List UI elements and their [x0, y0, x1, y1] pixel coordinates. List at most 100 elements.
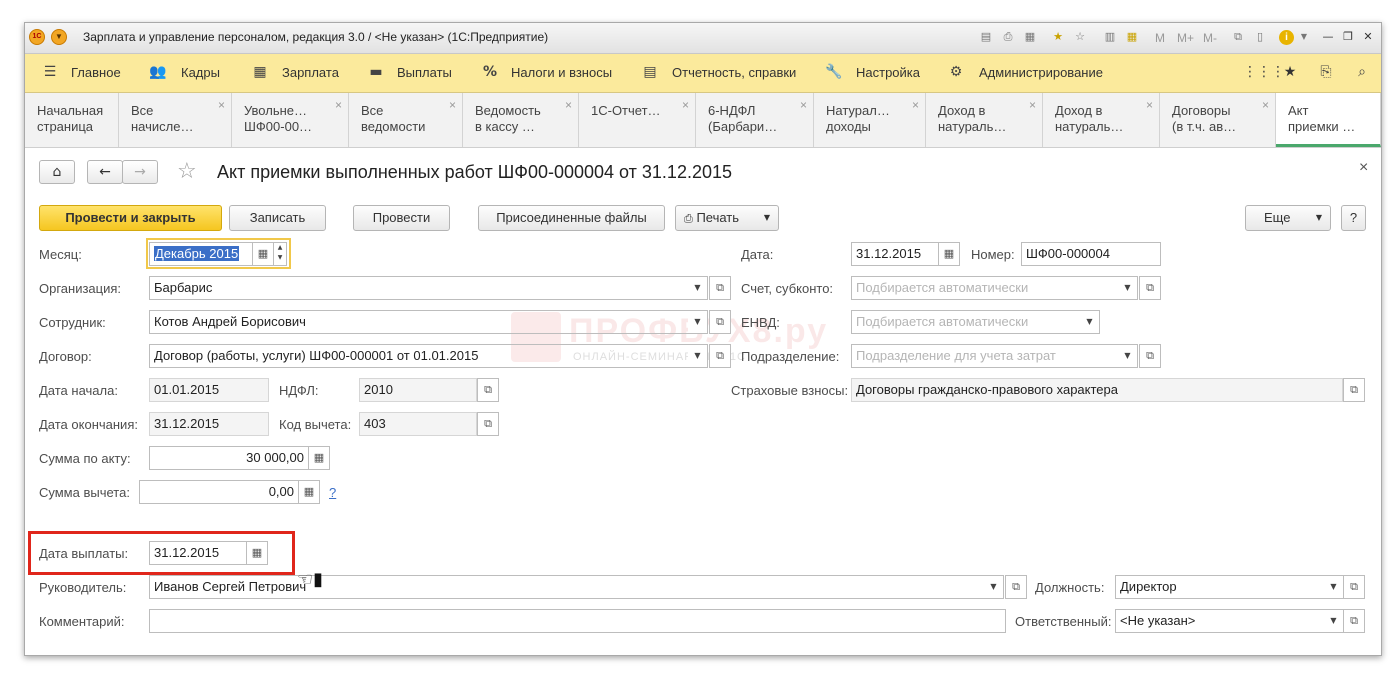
history-icon[interactable]: ⎘ [1317, 63, 1335, 81]
close-tab-icon[interactable]: × [1029, 97, 1036, 113]
favorites-icon[interactable]: ★ [1051, 30, 1065, 44]
deduction-sum-calculator-icon[interactable]: ▦ [298, 480, 320, 504]
forward-button[interactable]: → [122, 160, 158, 184]
tab-natural-income-3[interactable]: Доход в натураль… × [1043, 93, 1160, 147]
tab-all-accruals[interactable]: Все начисле… × [119, 93, 232, 147]
responsible-field[interactable]: <Не указан> [1115, 609, 1325, 633]
search-icon[interactable]: ⌕ [1353, 63, 1371, 81]
employee-dropdown-icon[interactable]: ▼ [688, 310, 708, 334]
employee-field[interactable]: Котов Андрей Борисович [149, 310, 689, 334]
date-field[interactable]: 31.12.2015 [851, 242, 939, 266]
back-button[interactable]: ← [87, 160, 123, 184]
close-tab-icon[interactable]: × [912, 97, 919, 113]
close-tab-icon[interactable]: × [1262, 97, 1269, 113]
close-tab-icon[interactable]: × [565, 97, 572, 113]
dropdown-icon[interactable]: ▼ [1297, 30, 1311, 44]
tab-1c-report[interactable]: 1С-Отчет… × [579, 93, 696, 147]
attached-files-button[interactable]: Присоединенные файлы [478, 205, 665, 231]
envd-dropdown-icon[interactable]: ▼ [1080, 310, 1100, 334]
save-button[interactable]: Записать [229, 205, 326, 231]
deduction-help-link[interactable]: ? [329, 485, 336, 500]
table-icon[interactable]: ▥ [1103, 30, 1117, 44]
envd-field[interactable]: Подбирается автоматически [851, 310, 1081, 334]
post-and-close-button[interactable]: Провести и закрыть [39, 205, 222, 231]
ndfl-open-icon[interactable]: ⧉ [477, 378, 499, 402]
panel-icon[interactable]: ▯ [1253, 30, 1267, 44]
close-document-icon[interactable]: × [1359, 159, 1368, 177]
tab-dismissal[interactable]: Увольне… ШФ00-00… × [232, 93, 349, 147]
month-spinner[interactable]: ▲ ▼ [273, 242, 287, 266]
minimize-icon[interactable]: — [1321, 30, 1335, 44]
department-dropdown-icon[interactable]: ▼ [1118, 344, 1138, 368]
menu-item-payments[interactable]: Выплаты [397, 65, 452, 80]
apps-grid-icon[interactable]: ⋮⋮⋮ [1243, 63, 1285, 81]
star-icon[interactable]: ★ [1281, 63, 1299, 81]
close-tab-icon[interactable]: × [449, 97, 456, 113]
calendar-icon[interactable]: ▦ [1125, 30, 1139, 44]
manager-dropdown-icon[interactable]: ▼ [984, 575, 1004, 599]
info-icon[interactable]: i [1279, 30, 1294, 45]
manager-field[interactable]: Иванов Сергей Петрович [149, 575, 985, 599]
favorite-star-icon[interactable]: ☆ [177, 159, 197, 184]
bookmark-icon[interactable]: ☆ [1073, 30, 1087, 44]
deduction-sum-field[interactable]: 0,00 [139, 480, 299, 504]
menu-item-hr[interactable]: Кадры [181, 65, 220, 80]
employee-open-icon[interactable]: ⧉ [709, 310, 731, 334]
main-menu-icon[interactable]: ▼ [51, 29, 67, 45]
close-tab-icon[interactable]: × [682, 97, 689, 113]
act-sum-calculator-icon[interactable]: ▦ [308, 446, 330, 470]
number-field[interactable]: ШФ00-000004 [1021, 242, 1161, 266]
payment-date-calendar-icon[interactable]: ▦ [246, 541, 268, 565]
memory-minus-button[interactable]: M- [1203, 31, 1217, 45]
close-tab-icon[interactable]: × [1146, 97, 1153, 113]
more-button[interactable]: Еще ▼ [1245, 205, 1331, 231]
account-field[interactable]: Подбирается автоматически [851, 276, 1119, 300]
contract-field[interactable]: Договор (работы, услуги) ШФ00-000001 от … [149, 344, 689, 368]
responsible-dropdown-icon[interactable]: ▼ [1324, 609, 1344, 633]
home-button[interactable]: ⌂ [39, 160, 75, 184]
memory-button[interactable]: M [1155, 31, 1165, 45]
insurance-open-icon[interactable]: ⧉ [1343, 378, 1365, 402]
print-button[interactable]: ⎙ Печать ▼ [675, 205, 779, 231]
position-open-icon[interactable]: ⧉ [1343, 575, 1365, 599]
department-open-icon[interactable]: ⧉ [1139, 344, 1161, 368]
menu-item-taxes[interactable]: Налоги и взносы [511, 65, 612, 80]
payment-date-field[interactable]: 31.12.2015 [149, 541, 247, 565]
help-button[interactable]: ? [1341, 205, 1366, 231]
responsible-open-icon[interactable]: ⧉ [1343, 609, 1365, 633]
date-calendar-icon[interactable]: ▦ [938, 242, 960, 266]
position-field[interactable]: Директор [1115, 575, 1325, 599]
month-field[interactable]: Декабрь 2015 [149, 242, 253, 266]
account-open-icon[interactable]: ⧉ [1139, 276, 1161, 300]
preview-icon[interactable]: ▦ [1023, 30, 1037, 44]
memory-plus-button[interactable]: M+ [1177, 31, 1194, 45]
organization-field[interactable]: Барбарис [149, 276, 689, 300]
close-tab-icon[interactable]: × [218, 97, 225, 113]
organization-open-icon[interactable]: ⧉ [709, 276, 731, 300]
comment-field[interactable] [149, 609, 1006, 633]
menu-item-main[interactable]: Главное [71, 65, 121, 80]
close-icon[interactable]: ✕ [1361, 30, 1375, 44]
tab-contracts[interactable]: Договоры (в т.ч. ав… × [1160, 93, 1276, 147]
menu-item-salary[interactable]: Зарплата [282, 65, 339, 80]
manager-open-icon[interactable]: ⧉ [1005, 575, 1027, 599]
contract-open-icon[interactable]: ⧉ [709, 344, 731, 368]
act-sum-field[interactable]: 30 000,00 [149, 446, 309, 470]
menu-item-reports[interactable]: Отчетность, справки [672, 65, 796, 80]
department-field[interactable]: Подразделение для учета затрат [851, 344, 1119, 368]
tab-home[interactable]: Начальная страница [25, 93, 119, 147]
doc-icon[interactable]: ▤ [979, 30, 993, 44]
print-icon[interactable]: ⎙ [1001, 30, 1015, 44]
deduction-code-open-icon[interactable]: ⧉ [477, 412, 499, 436]
menu-item-settings[interactable]: Настройка [856, 65, 920, 80]
restore-icon[interactable]: ❐ [1341, 30, 1355, 44]
tab-natural-income-2[interactable]: Доход в натураль… × [926, 93, 1043, 147]
account-dropdown-icon[interactable]: ▼ [1118, 276, 1138, 300]
contract-dropdown-icon[interactable]: ▼ [688, 344, 708, 368]
tab-cash-statement[interactable]: Ведомость в кассу … × [463, 93, 579, 147]
close-tab-icon[interactable]: × [335, 97, 342, 113]
month-calendar-icon[interactable]: ▦ [252, 242, 274, 266]
tab-6-ndfl[interactable]: 6-НДФЛ (Барбари… × [696, 93, 814, 147]
position-dropdown-icon[interactable]: ▼ [1324, 575, 1344, 599]
close-tab-icon[interactable]: × [800, 97, 807, 113]
